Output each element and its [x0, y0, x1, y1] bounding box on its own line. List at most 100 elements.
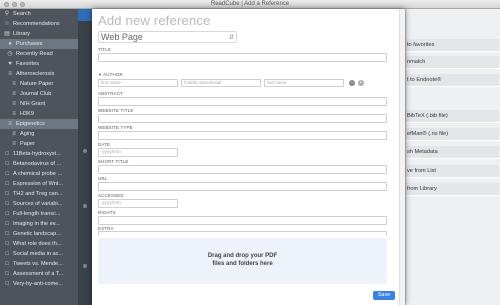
- sidebar-item[interactable]: ● Purchases: [0, 39, 78, 49]
- sidebar-item-label: What role does th...: [13, 241, 62, 247]
- window-titlebar: ReadCube | Add a Reference: [0, 0, 500, 9]
- sidebar-item[interactable]: □ 11Beta-hydroxyst...: [0, 149, 78, 159]
- sidebar-item[interactable]: ♥ Favorites: [0, 59, 78, 69]
- list-icon: ≡: [12, 111, 16, 117]
- list-icon: ≡: [8, 71, 12, 77]
- sidebar-item[interactable]: □ Genetic landscap...: [0, 229, 78, 239]
- sidebar-item-label: H3K9: [20, 111, 34, 117]
- sidebar-item[interactable]: □ A chemical probe ...: [0, 169, 78, 179]
- abstract-field[interactable]: [98, 97, 387, 106]
- sidebar-item[interactable]: □ Full-length transc...: [0, 209, 78, 219]
- context-menu-item[interactable]: ve from List: [406, 165, 499, 178]
- sidebar-item-label: Recently Read: [16, 51, 53, 57]
- url-field[interactable]: [98, 182, 387, 191]
- list-icon: ≡: [12, 141, 16, 147]
- save-button[interactable]: Save: [373, 291, 395, 300]
- website-title-field[interactable]: [98, 114, 387, 123]
- sidebar-item[interactable]: ≡ Journal Club: [0, 89, 78, 99]
- sidebar-item-label: Imaging in the ev...: [13, 221, 60, 227]
- sidebar-item-label: NIH Grant: [20, 101, 46, 107]
- disclosure-triangle-icon[interactable]: ▼: [98, 72, 102, 77]
- sidebar-item[interactable]: □ Expression of Wnt...: [0, 179, 78, 189]
- list-icon: ≡: [12, 81, 16, 87]
- sidebar-item-label: Aging: [20, 131, 35, 137]
- accessed-field[interactable]: yyyy/mm: [98, 199, 178, 208]
- sidebar-item[interactable]: ≡ Epigenetics: [0, 119, 78, 129]
- first-name-field[interactable]: first name: [98, 79, 178, 87]
- context-menu-item[interactable]: from Library: [406, 183, 499, 196]
- doc-icon: □: [5, 181, 9, 187]
- folder-icon: ▤: [4, 31, 10, 37]
- sidebar-item[interactable]: □ Betanodavirus of ...: [0, 159, 78, 169]
- extra-field[interactable]: [98, 231, 387, 236]
- url-label: URL: [98, 176, 108, 181]
- sidebar-item-label: Full-length transc...: [13, 211, 61, 217]
- doc-icon: □: [5, 231, 9, 237]
- accessed-label: ACCESSED: [98, 193, 124, 198]
- date-label: DATE: [98, 142, 111, 147]
- sidebar-item[interactable]: ≡ NIH Grant: [0, 99, 78, 109]
- sidebar-item[interactable]: □ What role does th...: [0, 239, 78, 249]
- sidebar-item[interactable]: ≡ Nature Paper: [0, 79, 78, 89]
- context-menu-item[interactable]: nmatch: [406, 56, 499, 69]
- remove-author-icon[interactable]: −: [349, 80, 355, 86]
- sidebar-item[interactable]: □ TH2 and Treg can...: [0, 189, 78, 199]
- sidebar-item[interactable]: □ Assessment of a T...: [0, 269, 78, 279]
- sidebar-item[interactable]: □ Imaging in the ev...: [0, 219, 78, 229]
- date-field[interactable]: yyyy/mm: [98, 148, 178, 157]
- dialog-title: Add new reference: [98, 13, 211, 28]
- sidebar-item[interactable]: ⚲ Search: [0, 9, 78, 19]
- sidebar-item[interactable]: ☆ Recommendations: [0, 19, 78, 29]
- sidebar-item-label: Atherosclerosis: [16, 71, 55, 77]
- sidebar-item-label: Tweets vs. Mende...: [13, 261, 63, 267]
- pdf-dropzone[interactable]: Drag and drop your PDF files and folders…: [98, 238, 387, 284]
- website-type-field[interactable]: [98, 131, 387, 140]
- context-menu-item[interactable]: BibTeX (.bib file): [406, 110, 499, 123]
- sidebar-item-label: A chemical probe ...: [13, 171, 63, 177]
- window-title: ReadCube | Add a Reference: [210, 1, 290, 7]
- add-author-icon[interactable]: +: [358, 80, 364, 86]
- sidebar-item[interactable]: □ Tweets vs. Mende...: [0, 259, 78, 269]
- abstract-label: ABSTRACT: [98, 91, 124, 96]
- sidebar-item[interactable]: □ Sources of variabi...: [0, 199, 78, 209]
- doc-icon: □: [5, 281, 9, 287]
- author-row: first name middle name/initial last name…: [98, 79, 364, 87]
- sidebar-item[interactable]: ≡ Aging: [0, 129, 78, 139]
- sidebar-item-label: Favorites: [16, 61, 40, 67]
- context-menu-item[interactable]: t to Endnote®: [406, 74, 499, 87]
- dialog-scrollbar[interactable]: [399, 9, 405, 305]
- sidebar-item[interactable]: ≡ Paper: [0, 139, 78, 149]
- doc-icon: □: [5, 191, 9, 197]
- last-name-field[interactable]: last name: [264, 79, 344, 87]
- sidebar-item-label: Assessment of a T...: [13, 271, 64, 277]
- sidebar-item-label: TH2 and Treg can...: [13, 191, 63, 197]
- middle-name-field[interactable]: middle name/initial: [181, 79, 261, 87]
- unread-dot-icon: [83, 204, 87, 208]
- reference-type-value: Web Page: [101, 32, 143, 42]
- unread-dot-icon: [83, 149, 87, 153]
- context-menu-item[interactable]: sh Metadata: [406, 146, 499, 159]
- short-title-field[interactable]: [98, 165, 387, 174]
- sidebar-item[interactable]: ≡ H3K9: [0, 109, 78, 119]
- sidebar-item-label: 11Beta-hydroxyst...: [13, 151, 61, 157]
- sidebar-item[interactable]: □ Social media in ac...: [0, 249, 78, 259]
- reference-type-select[interactable]: Web Page ⇵: [98, 31, 237, 43]
- rights-field[interactable]: [98, 216, 387, 225]
- author-label-text: AUTHOR: [103, 72, 123, 77]
- dropzone-line-1: Drag and drop your PDF: [207, 253, 278, 259]
- sidebar-item-label: Epigenetics: [16, 121, 45, 127]
- sidebar-item[interactable]: ▤ Library: [0, 29, 78, 39]
- sidebar-item-label: Search: [13, 11, 31, 17]
- star-icon: ☆: [4, 21, 10, 27]
- list-icon: ≡: [12, 131, 16, 137]
- sidebar-item[interactable]: □ Very-hy-anti-come...: [0, 279, 78, 289]
- sidebar-item[interactable]: ≡ Atherosclerosis: [0, 69, 78, 79]
- title-field[interactable]: [98, 53, 387, 62]
- sidebar-item[interactable]: ◷ Recently Read: [0, 49, 78, 59]
- sidebar-item-label: Library: [13, 31, 31, 37]
- website-title-label: WEBSITE TITLE: [98, 108, 134, 113]
- context-menu-item[interactable]: to favorites: [406, 39, 499, 52]
- author-label: ▼AUTHOR: [98, 72, 123, 77]
- context-menu-item[interactable]: efMan® (.ris file): [406, 128, 499, 141]
- context-menu-panel: to favorites nmatch t to Endnote® BibTeX (.…: [405, 9, 500, 305]
